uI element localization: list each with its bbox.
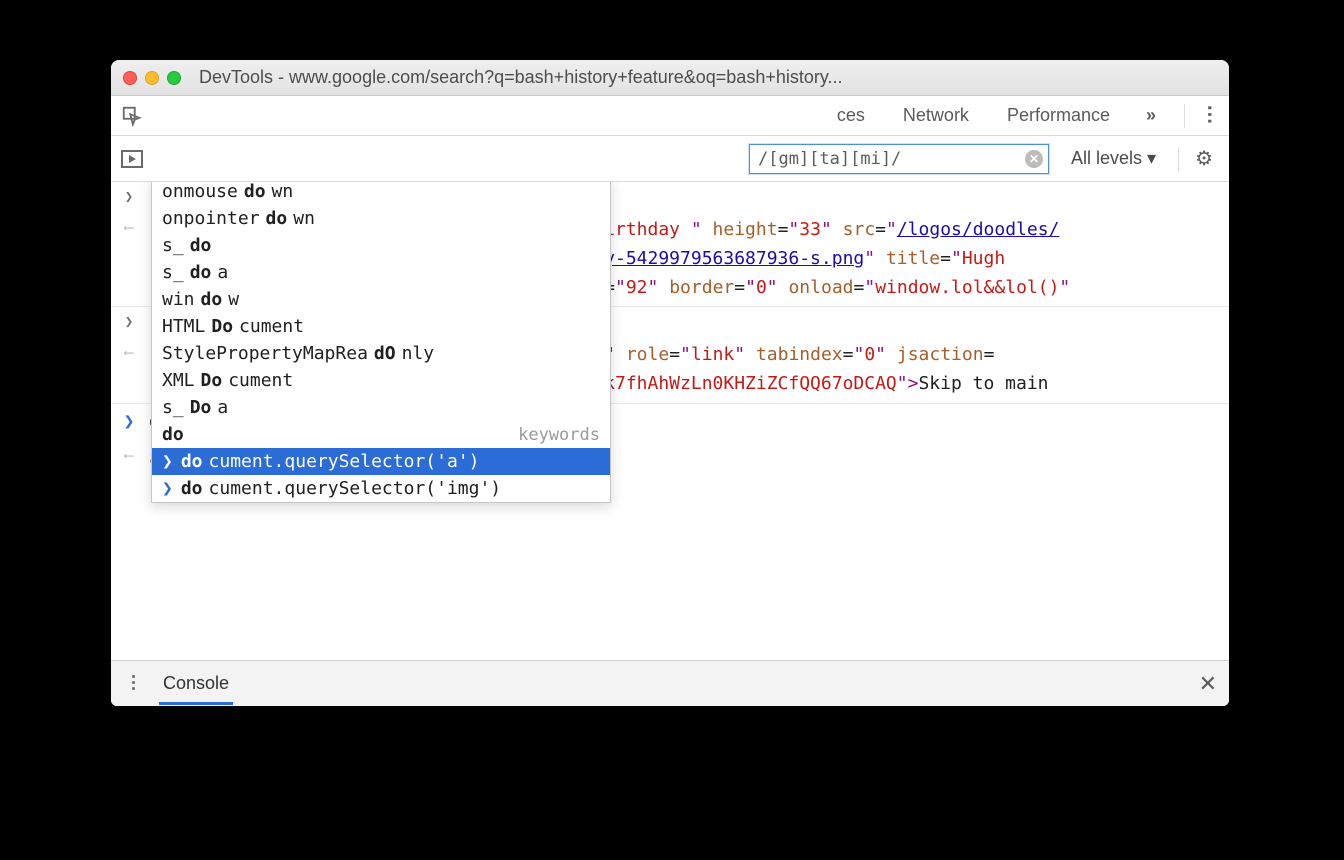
tabs-overflow[interactable]: » [1132, 105, 1170, 126]
autocomplete-item[interactable]: XMLDocument [152, 367, 610, 394]
output-arrow-icon: ⟵ [125, 220, 133, 236]
input-arrow-icon: ❯ [125, 314, 133, 330]
devtools-window: DevTools - www.google.com/search?q=bash+… [111, 60, 1229, 706]
drawer: ⋯ Console ✕ [111, 660, 1229, 706]
filter-wrap: ✕ [749, 144, 1049, 174]
autocomplete-item[interactable]: ❯document.querySelector('img') [152, 475, 610, 502]
execution-context-icon[interactable] [121, 150, 143, 168]
autocomplete-item[interactable]: window [152, 286, 610, 313]
window-title: DevTools - www.google.com/search?q=bash+… [199, 67, 1217, 88]
separator [1178, 147, 1179, 171]
autocomplete-item[interactable]: onmousedown [152, 182, 610, 205]
minimize-icon[interactable] [145, 71, 159, 85]
autocomplete-item[interactable]: s_doa [152, 259, 610, 286]
drawer-tab-console[interactable]: Console [159, 663, 233, 705]
tab-network[interactable]: Network [887, 96, 985, 135]
inspect-icon[interactable] [119, 103, 145, 129]
clear-filter-icon[interactable]: ✕ [1025, 150, 1043, 168]
drawer-menu-icon[interactable]: ⋯ [123, 674, 144, 694]
autocomplete-item[interactable]: onpointerdown [152, 205, 610, 232]
log-levels-dropdown[interactable]: All levels ▾ [1059, 148, 1168, 169]
kebab-menu-icon[interactable]: ⋯ [1198, 105, 1223, 127]
autocomplete-item[interactable]: StylePropertyMapReadOnly [152, 340, 610, 367]
output-arrow-icon: ⟵ [125, 448, 133, 464]
tab-sources-partial[interactable]: ces [821, 96, 881, 135]
autocomplete-item[interactable]: HTMLDocument [152, 313, 610, 340]
separator [1184, 104, 1185, 128]
close-icon[interactable] [123, 71, 137, 85]
tab-performance[interactable]: Performance [991, 96, 1126, 135]
input-arrow-icon: ❯ [125, 189, 133, 205]
titlebar: DevTools - www.google.com/search?q=bash+… [111, 60, 1229, 96]
gear-icon[interactable]: ⚙ [1189, 146, 1219, 171]
filter-input[interactable] [749, 144, 1049, 174]
output-arrow-icon: ⟵ [125, 345, 133, 361]
console-toolbar: ✕ All levels ▾ ⚙ [111, 136, 1229, 182]
zoom-icon[interactable] [167, 71, 181, 85]
prompt-arrow-icon: ❯ [124, 411, 135, 432]
autocomplete-popup: onmousedownonpointerdowns_dos_doawindowH… [151, 182, 611, 503]
autocomplete-item[interactable]: s_Doa [152, 394, 610, 421]
devtools-tabs: ces Network Performance » ⋯ [111, 96, 1229, 136]
autocomplete-item[interactable]: s_do [152, 232, 610, 259]
autocomplete-item[interactable]: ❯document.querySelector('a') [152, 448, 610, 475]
close-drawer-icon[interactable]: ✕ [1199, 671, 1217, 697]
window-controls [123, 71, 181, 85]
console-body: onmousedownonpointerdowns_dos_doawindowH… [111, 182, 1229, 660]
autocomplete-item[interactable]: dokeywords [152, 421, 610, 448]
